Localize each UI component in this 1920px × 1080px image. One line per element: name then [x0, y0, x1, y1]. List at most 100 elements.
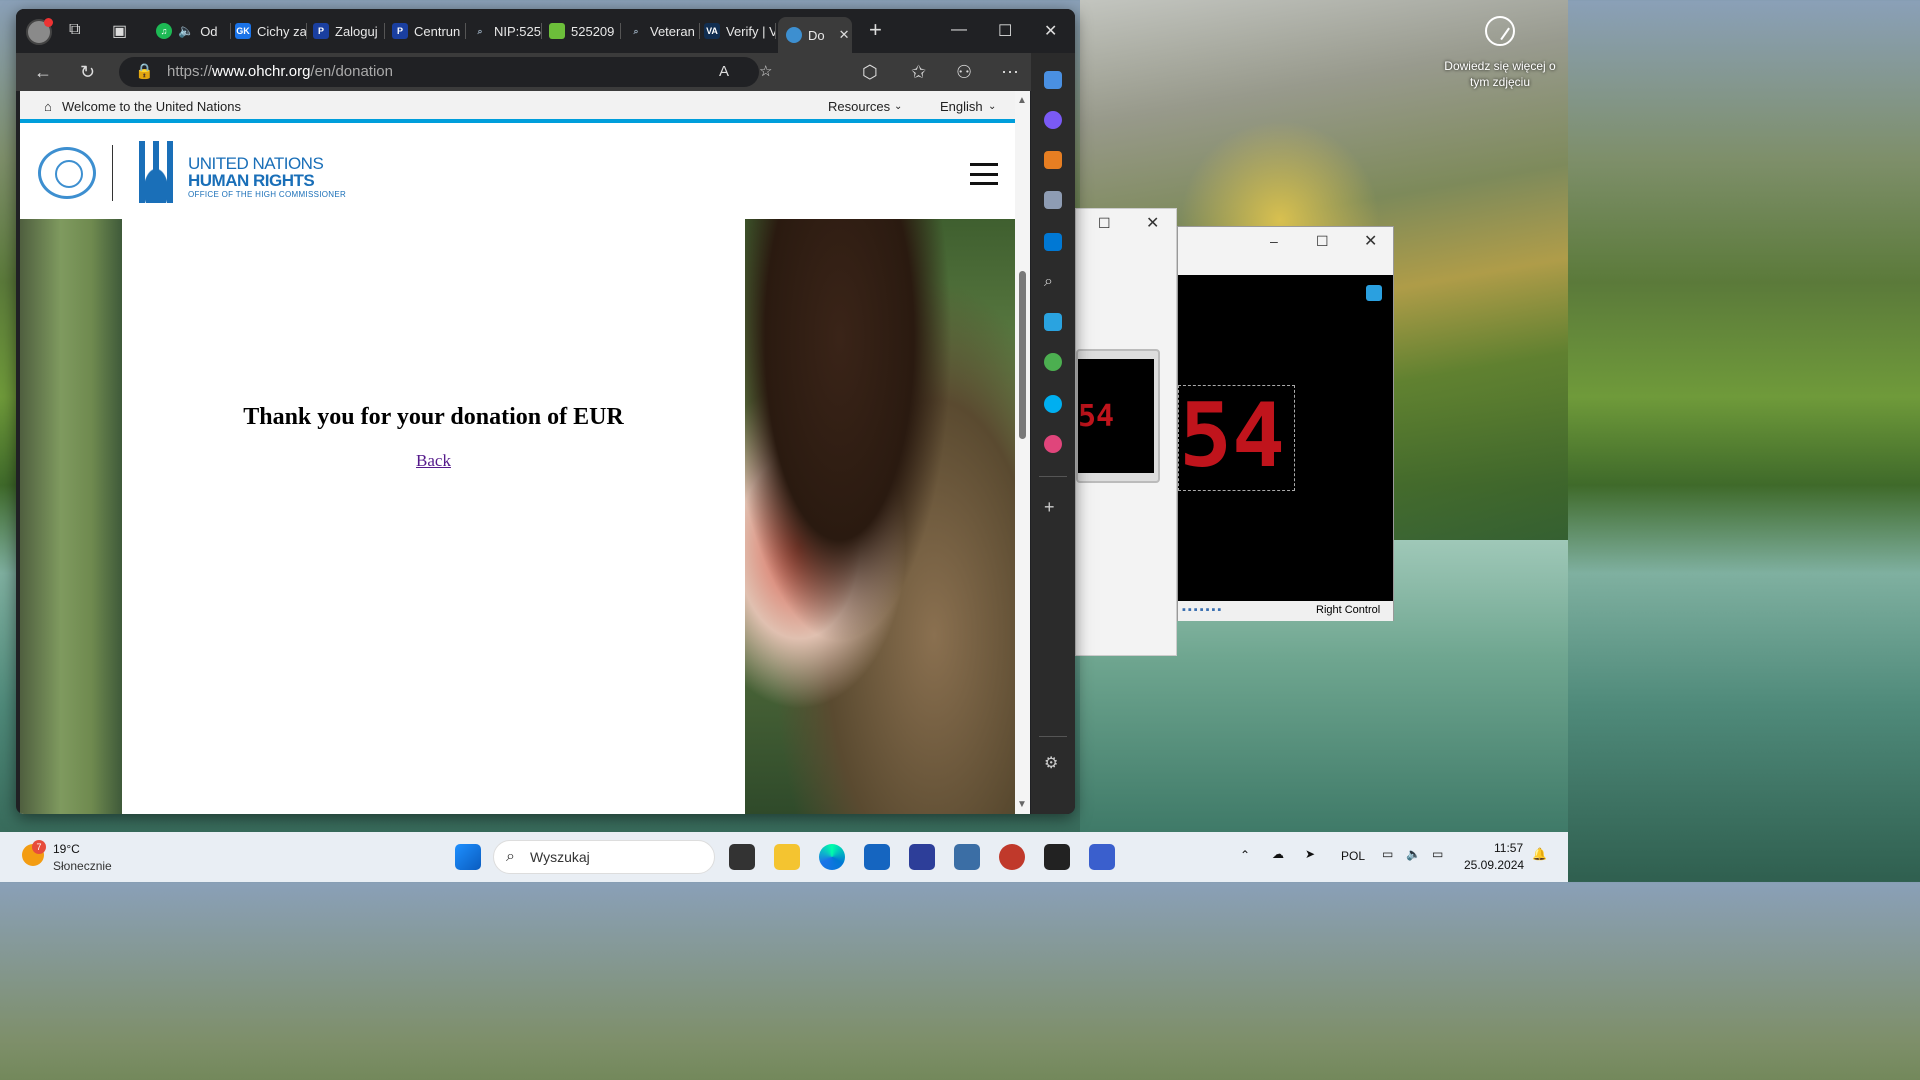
save-disk-icon[interactable]	[909, 844, 935, 870]
vertical-tabs-icon[interactable]: ▣	[112, 21, 132, 41]
ohchr-flame-logo[interactable]	[128, 141, 184, 203]
close-icon[interactable]: ✕	[1146, 213, 1159, 233]
edge-icon[interactable]	[819, 844, 845, 870]
close-icon[interactable]: ✕	[1044, 21, 1057, 41]
maximize-icon[interactable]: ☐	[998, 21, 1012, 41]
thumbnail-display-value: 54	[1078, 399, 1115, 434]
tab-525209[interactable]: 525209	[549, 15, 621, 47]
battery-icon[interactable]: ▭	[1432, 847, 1443, 861]
welcome-link[interactable]: Welcome to the United Nations	[62, 99, 241, 114]
workspaces-icon[interactable]: ⧉	[69, 21, 89, 41]
scroll-down-icon[interactable]: ▼	[1017, 799, 1027, 810]
url-field[interactable]: 🔒 https://www.ohchr.org/en/donation A ☆	[119, 57, 772, 87]
resources-dropdown[interactable]: Resources	[828, 99, 890, 114]
terminal-icon[interactable]	[1044, 844, 1070, 870]
network-app-icon[interactable]	[1089, 844, 1115, 870]
taskbar: 7 19°C Słonecznie ⌕ Wyszukaj ⌃ ☁ ➤ POL ▭…	[0, 832, 1568, 882]
chevron-down-icon: ⌄	[894, 101, 903, 112]
vm-display-frame: 54	[1178, 385, 1295, 491]
home-icon[interactable]: ⌂	[44, 99, 52, 114]
back-icon[interactable]: ←	[34, 62, 52, 83]
new-tab-icon[interactable]: +	[869, 17, 882, 43]
profile-avatar[interactable]	[26, 18, 53, 45]
tab-donation[interactable]: Do ✕	[778, 17, 852, 53]
site-header: UNITED NATIONS HUMAN RIGHTS OFFICE OF TH…	[20, 127, 1015, 219]
telegram-icon[interactable]	[1044, 313, 1062, 331]
settings-gear-icon[interactable]: ⚙	[1044, 753, 1062, 772]
clock-date[interactable]: 25.09.2024	[1464, 858, 1524, 872]
favorites-icon[interactable]: ✩	[911, 62, 926, 83]
scrollbar-thumb[interactable]	[1019, 271, 1026, 439]
language-dropdown[interactable]: English	[940, 99, 983, 114]
refresh-icon[interactable]: ↻	[80, 62, 95, 83]
tab-veteran[interactable]: ⌕ Veteran	[628, 15, 700, 47]
media-player-icon[interactable]	[999, 844, 1025, 870]
virtualbox-icon[interactable]	[954, 844, 980, 870]
file-explorer-icon[interactable]	[774, 844, 800, 870]
weather-desc[interactable]: Słonecznie	[53, 859, 112, 873]
scroll-up-icon[interactable]: ▲	[1017, 95, 1027, 106]
donation-content: Thank you for your donation of EUR Back	[20, 219, 1015, 814]
learn-more-icon[interactable]	[1485, 16, 1515, 46]
learn-more-text[interactable]: Dowiedz się więcej o tym zdjęciu	[1440, 58, 1560, 90]
maximize-icon[interactable]: ☐	[1098, 215, 1111, 232]
lock-icon[interactable]: 🔒	[135, 57, 154, 87]
copilot-app-icon[interactable]	[1044, 111, 1062, 129]
tab-centrum[interactable]: P Centrun	[392, 15, 466, 47]
clock-time[interactable]: 11:57	[1494, 841, 1523, 855]
weather-temp[interactable]: 19°C	[53, 842, 80, 856]
minimize-icon[interactable]: –	[1270, 233, 1278, 249]
un-emblem-logo[interactable]	[38, 147, 96, 199]
skype-icon[interactable]	[1044, 395, 1062, 413]
collections-icon[interactable]: ⚇	[956, 62, 972, 83]
taskbar-search[interactable]: ⌕ Wyszukaj	[493, 840, 715, 874]
task-view-icon[interactable]	[729, 844, 755, 870]
minimize-icon[interactable]: —	[951, 21, 967, 39]
favorite-star-icon[interactable]: ☆	[759, 57, 772, 87]
more-menu-icon[interactable]: ⋯	[1001, 62, 1019, 83]
un-topbar: ⌂ Welcome to the United Nations Resource…	[20, 91, 1015, 123]
store-icon[interactable]	[864, 844, 890, 870]
notifications-bell-icon[interactable]: 🔔	[1532, 847, 1547, 861]
leaf-icon	[549, 23, 565, 39]
location-icon[interactable]: ➤	[1305, 847, 1315, 861]
maximize-icon[interactable]: ☐	[1316, 233, 1329, 250]
notification-icon[interactable]	[1366, 285, 1382, 301]
extensions-icon[interactable]: ⬡	[862, 62, 878, 83]
background-window[interactable]: ☐ ✕ 54	[1075, 208, 1177, 656]
volume-icon[interactable]: 🔈	[1406, 847, 1421, 861]
close-icon[interactable]: ✕	[1364, 231, 1377, 251]
logo-line-3: OFFICE OF THE HIGH COMMISSIONER	[188, 190, 347, 199]
read-aloud-icon[interactable]: A	[719, 57, 729, 87]
network-icon[interactable]: ▭	[1382, 847, 1393, 861]
page-scrollbar[interactable]: ▲ ▼	[1015, 91, 1030, 814]
virtual-machine-window[interactable]: – ☐ ✕ 54 ▪▪▪▪▪▪▪ Right Control	[1177, 226, 1394, 621]
un-icon	[786, 27, 802, 43]
games-icon[interactable]	[1044, 191, 1062, 209]
tab-cichy[interactable]: GK Cichy za	[235, 15, 307, 47]
tab-verify[interactable]: VA Verify | V	[704, 15, 776, 47]
outlook-icon[interactable]	[1044, 233, 1062, 251]
tab-nip[interactable]: ⌕ NIP:525	[472, 15, 542, 47]
search-icon[interactable]: ⌕	[1044, 273, 1062, 291]
cloud-icon[interactable]: ☁	[1272, 847, 1284, 861]
tree-icon[interactable]	[1044, 353, 1062, 371]
add-icon[interactable]: +	[1044, 497, 1062, 517]
language-indicator[interactable]: POL	[1341, 849, 1365, 863]
close-tab-icon[interactable]: ✕	[839, 27, 850, 43]
back-link[interactable]: Back	[122, 451, 745, 471]
start-windows-icon[interactable]	[455, 844, 481, 870]
address-bar: ← ↻ 🔒 https://www.ohchr.org/en/donation …	[16, 53, 1075, 91]
tools-icon[interactable]	[1044, 151, 1062, 169]
designer-icon[interactable]	[1044, 435, 1062, 453]
tab-zaloguj[interactable]: P Zaloguj	[313, 15, 385, 47]
tab-spotify[interactable]: ♫ 🔈 Od	[156, 15, 231, 47]
left-background-image	[20, 219, 122, 814]
logo-line-2: HUMAN RIGHTS	[188, 171, 315, 190]
browser-window[interactable]: ⧉ ▣ ♫ 🔈 Od GK Cichy za P Zaloguj P Centr…	[16, 9, 1075, 814]
speaker-icon[interactable]: 🔈	[178, 23, 194, 39]
chevron-up-icon[interactable]: ⌃	[1240, 848, 1250, 862]
menu-hamburger-icon[interactable]	[970, 163, 998, 185]
shopping-tag-icon[interactable]	[1044, 71, 1062, 89]
spotify-icon: ♫	[156, 23, 172, 39]
